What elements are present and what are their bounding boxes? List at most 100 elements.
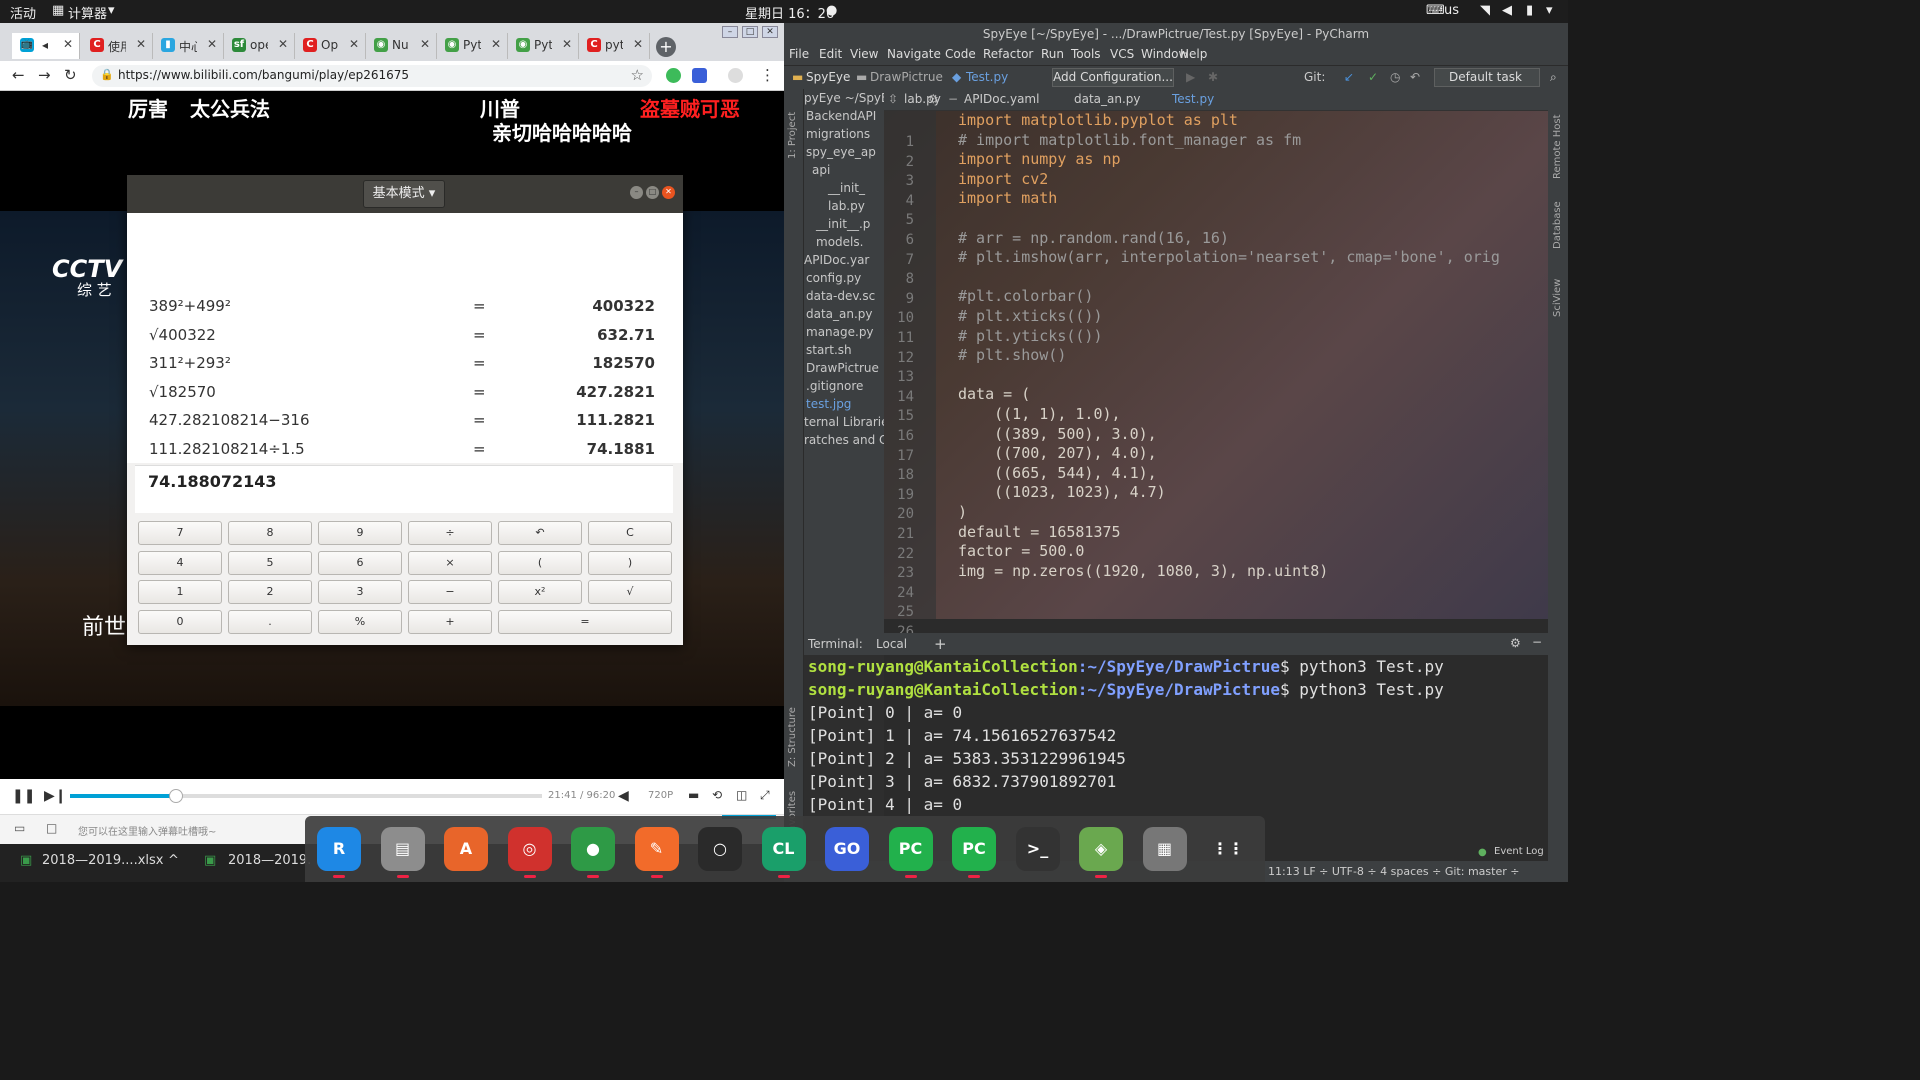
project-tree-item[interactable]: __init__.p [816, 217, 870, 231]
project-tree-item[interactable]: start.sh [806, 343, 852, 357]
pycharm-icon[interactable]: PC [888, 827, 933, 871]
close-icon[interactable]: ✕ [278, 37, 288, 51]
history-row[interactable]: 389²+499² = 400322 [149, 297, 655, 321]
rdm-icon[interactable]: R [317, 827, 361, 871]
key-clear[interactable]: C [588, 521, 672, 545]
browser-tab[interactable]: ◉ Pyt ✕ [437, 33, 508, 59]
project-tree-item[interactable]: test.jpg [806, 397, 851, 411]
menu-refactor[interactable]: Refactor [983, 47, 1033, 61]
code-line[interactable]: ) [958, 503, 967, 521]
obs-icon[interactable]: ○ [698, 827, 742, 871]
maximize-button[interactable]: □ [646, 186, 659, 199]
extension-green-icon[interactable] [666, 68, 681, 83]
quality-selector[interactable]: 720P [648, 790, 673, 801]
code-line[interactable]: ((1023, 1023), 4.7) [958, 483, 1166, 501]
git-update-icon[interactable]: ↙ [1344, 70, 1354, 84]
close-icon[interactable]: ✕ [633, 37, 643, 51]
wifi-icon[interactable]: ◥ [1480, 3, 1490, 18]
key-divide[interactable]: ÷ [408, 521, 492, 545]
progress-bar[interactable] [70, 789, 542, 803]
tools-icon[interactable]: ✎ [634, 827, 679, 871]
key-3[interactable]: 3 [318, 580, 402, 604]
editor-tab[interactable]: data_an.py [1074, 92, 1141, 106]
breadcrumb-folder[interactable]: DrawPictrue [870, 70, 943, 84]
project-tree-item[interactable]: ternal Librarie [804, 415, 884, 429]
history-row[interactable]: 427.282108214−316 = 111.2821 [149, 411, 655, 435]
revert-icon[interactable]: ↶ [1410, 70, 1420, 84]
close-icon[interactable]: ✕ [420, 37, 430, 51]
key-add[interactable]: + [408, 609, 492, 634]
menu-vcs[interactable]: VCS [1110, 47, 1134, 61]
project-tree-item[interactable]: data-dev.sc [806, 289, 875, 303]
calculator-icon[interactable]: ▦ [1142, 827, 1187, 871]
project-tree-item[interactable]: migrations [806, 127, 870, 141]
key-6[interactable]: 6 [318, 550, 402, 575]
debug-icon[interactable]: ✱ [1208, 70, 1218, 84]
code-line[interactable]: default = 16581375 [958, 523, 1121, 541]
key-decimal[interactable]: . [228, 609, 312, 634]
danmaku-settings-icon[interactable]: ▭ [14, 821, 25, 835]
code-line[interactable]: data = ( [958, 385, 1030, 403]
minimize-button[interactable]: – [630, 186, 643, 199]
forward-icon[interactable]: → [38, 66, 51, 84]
address-bar[interactable]: 🔒 https://www.bilibili.com/bangumi/play/… [92, 65, 652, 87]
key-1[interactable]: 1 [138, 580, 222, 604]
terminal-tab-local[interactable]: Local [876, 637, 907, 651]
chrome-icon[interactable]: ● [571, 827, 615, 871]
close-icon[interactable]: ✕ [562, 37, 572, 51]
editor-tab[interactable]: lab.py [904, 92, 941, 106]
close-icon[interactable]: ✕ [136, 37, 146, 51]
terminal-icon[interactable]: >_ [1015, 827, 1060, 871]
browser-tab[interactable]: ◉ Nu ✕ [366, 33, 437, 59]
reload-icon[interactable]: ↻ [64, 66, 77, 84]
key-multiply[interactable]: × [408, 550, 492, 575]
git-commit-icon[interactable]: ✓ [1368, 70, 1378, 84]
menu-code[interactable]: Code [945, 47, 976, 61]
project-tree-item[interactable]: .gitignore [806, 379, 863, 393]
history-row[interactable]: √182570 = 427.2821 [149, 383, 655, 407]
download-item[interactable]: 2018—2019. [228, 853, 311, 868]
code-line[interactable]: ((700, 207), 4.0), [958, 444, 1157, 462]
image-viewer-icon[interactable]: ◈ [1079, 827, 1123, 871]
history-row[interactable]: 111.282108214÷1.5 = 74.1881 [149, 440, 655, 464]
clion-icon[interactable]: CL [761, 827, 806, 871]
project-tree-item[interactable]: api [812, 163, 830, 177]
menu-tools[interactable]: Tools [1071, 47, 1101, 61]
code-line[interactable]: #plt.colorbar() [958, 287, 1093, 305]
breadcrumb-file[interactable]: Test.py [966, 70, 1008, 84]
project-tree-item[interactable]: data_an.py [806, 307, 873, 321]
browser-tab[interactable]: ▮ 中心 ✕ [153, 33, 224, 59]
netease-music-icon[interactable]: ◎ [507, 827, 552, 871]
project-tool-tab[interactable]: 1: Project [787, 112, 798, 159]
browser-menu-icon[interactable]: ⋮ [760, 66, 775, 84]
history-icon[interactable]: ◷ [1390, 70, 1400, 84]
close-icon[interactable]: ✕ [491, 37, 501, 51]
menu-view[interactable]: View [850, 47, 878, 61]
software-icon[interactable]: A [444, 827, 488, 871]
code-line[interactable]: ((1, 1), 1.0), [958, 405, 1120, 423]
code-line[interactable]: import math [958, 189, 1057, 207]
project-tree-item[interactable]: BackendAPI [806, 109, 876, 123]
code-line[interactable]: # arr = np.random.rand(16, 16) [958, 229, 1229, 247]
app-grid-icon[interactable]: ⋮⋮ [1206, 827, 1250, 871]
sciview-tab[interactable]: SciView [1552, 279, 1563, 317]
project-tree-item[interactable]: config.py [806, 271, 861, 285]
project-tree-item[interactable]: models. [816, 235, 863, 249]
menu-navigate[interactable]: Navigate [887, 47, 941, 61]
key-equals[interactable]: = [498, 609, 672, 634]
structure-tool-tab[interactable]: Z: Structure [787, 707, 798, 767]
loop-icon[interactable]: ⟲ [712, 788, 722, 802]
hide-panel-icon[interactable]: − [1532, 635, 1542, 649]
key-sqrt[interactable]: √ [588, 580, 672, 604]
url-text[interactable]: https://www.bilibili.com/bangumi/play/ep… [118, 68, 409, 82]
volume-icon[interactable]: ◀ [618, 788, 629, 804]
key-7[interactable]: 7 [138, 521, 222, 545]
close-icon[interactable]: ✕ [349, 37, 359, 51]
next-episode-icon[interactable]: ▶❙ [44, 788, 67, 804]
code-line[interactable]: img = np.zeros((1920, 1080, 3), np.uint8… [958, 562, 1328, 580]
fullscreen-icon[interactable]: ⤢ [760, 788, 770, 803]
key-undo[interactable]: ↶ [498, 521, 582, 545]
key-0[interactable]: 0 [138, 609, 222, 634]
clock[interactable]: 星期日 16：26 [745, 3, 834, 22]
mode-selector[interactable]: 基本模式 ▾ [363, 180, 445, 208]
